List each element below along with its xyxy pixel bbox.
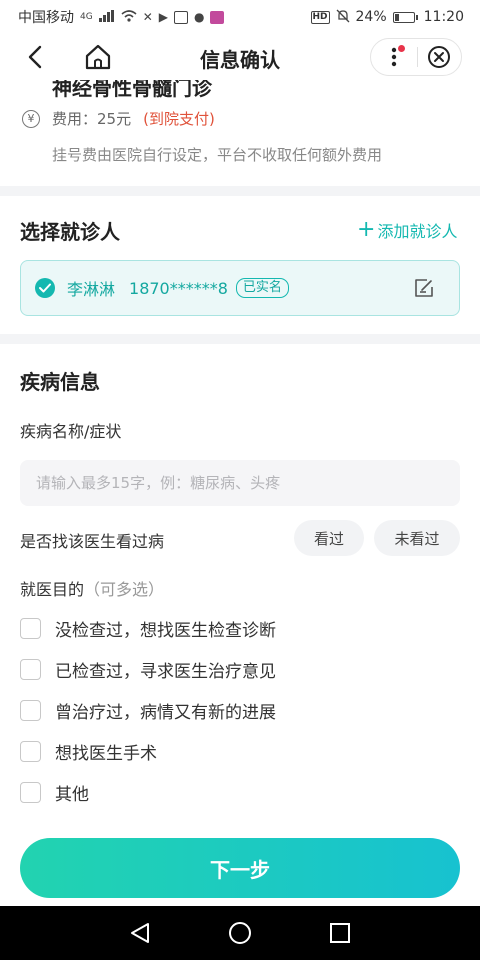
- patient-section: 选择就诊人 + 添加就诊人 李淋淋 1870******8 已实名: [0, 196, 480, 332]
- back-button[interactable]: [18, 40, 52, 74]
- yen-icon: ¥: [22, 109, 40, 128]
- nav-bar: 信息确认: [0, 34, 480, 80]
- mini-program-capsule: [370, 38, 462, 76]
- visited-no-button[interactable]: 未看过: [374, 520, 460, 556]
- checkbox[interactable]: [20, 700, 41, 721]
- checkbox[interactable]: [20, 782, 41, 803]
- purpose-option[interactable]: 已检查过，寻求医生治疗意见: [20, 657, 276, 682]
- visited-question: 是否找该医生看过病: [20, 532, 165, 551]
- plus-icon: +: [357, 217, 376, 242]
- status-left: 中国移动 4G ✕ ▶ ●: [18, 7, 225, 27]
- carrier-label: 中国移动: [18, 10, 74, 26]
- system-home-button[interactable]: [220, 913, 260, 953]
- home-icon: [85, 44, 111, 70]
- more-vertical-icon: [391, 47, 396, 67]
- purpose-option-label: 没检查过，想找医生检查诊断: [55, 621, 276, 641]
- purpose-option[interactable]: 没检查过，想找医生检查诊断: [20, 616, 276, 641]
- disease-section: 疾病信息 疾病名称/症状 是否找该医生看过病 看过 未看过 就医目的（可多选） …: [0, 346, 480, 826]
- triangle-back-icon: [131, 923, 149, 943]
- clinic-name: 神经骨性骨髓门诊: [52, 80, 212, 100]
- disease-name-label: 疾病名称/症状: [20, 422, 122, 441]
- network-type: 4G: [80, 12, 93, 22]
- purpose-option[interactable]: 想找医生手术: [20, 739, 157, 764]
- visited-yes-button[interactable]: 看过: [294, 520, 364, 556]
- purpose-label: 就医目的: [20, 580, 85, 599]
- next-step-button[interactable]: 下一步: [20, 838, 460, 898]
- patient-section-title: 选择就诊人: [20, 220, 120, 244]
- edit-icon[interactable]: [413, 277, 435, 299]
- close-circle-icon: [428, 46, 451, 68]
- purpose-hint: （可多选）: [84, 580, 165, 599]
- purpose-option[interactable]: 曾治疗过，病情又有新的进展: [20, 698, 276, 723]
- circle-home-icon: [229, 922, 251, 944]
- section-divider: [0, 186, 480, 196]
- verified-badge: 已实名: [235, 278, 289, 298]
- close-button[interactable]: [417, 38, 461, 76]
- fee-row: ¥ 费用：25元 (到院支付): [22, 108, 215, 129]
- fee-note: 挂号费由医院自行设定，平台不收取任何额外费用: [52, 146, 383, 164]
- system-back-button[interactable]: [120, 913, 160, 953]
- purpose-option-label: 已检查过，寻求医生治疗意见: [55, 662, 276, 682]
- purpose-label-row: 就医目的（可多选）: [20, 576, 164, 600]
- missed-call-icon: ✕: [142, 10, 153, 24]
- chevron-left-icon: [28, 45, 42, 69]
- play-store-icon: ▶: [158, 10, 168, 24]
- fee-label: 费用：25元: [52, 110, 132, 128]
- app-store-icon: [210, 10, 225, 24]
- fee-section: 神经骨性骨髓门诊 ¥ 费用：25元 (到院支付) 挂号费由医院自行设定，平台不收…: [0, 80, 480, 186]
- checkbox[interactable]: [20, 659, 41, 680]
- more-button[interactable]: [371, 38, 417, 76]
- battery-percent: 24%: [355, 9, 387, 25]
- battery-icon: [392, 11, 418, 23]
- disease-input[interactable]: [20, 460, 460, 506]
- checkbox[interactable]: [20, 741, 41, 762]
- notification-dot: [398, 45, 405, 52]
- clock: 11:20: [423, 9, 464, 25]
- status-bar: 中国移动 4G ✕ ▶ ● HD 24% 11:20: [0, 0, 480, 34]
- patient-card[interactable]: 李淋淋 1870******8 已实名: [20, 260, 460, 316]
- purpose-option[interactable]: 其他: [20, 780, 89, 805]
- checkbox[interactable]: [20, 618, 41, 639]
- status-right: HD 24% 11:20: [310, 9, 464, 26]
- system-recents-button[interactable]: [320, 913, 360, 953]
- disease-section-title: 疾病信息: [20, 370, 100, 394]
- purpose-option-label: 其他: [55, 785, 89, 805]
- home-button[interactable]: [80, 40, 116, 74]
- wechat-icon: ●: [194, 10, 205, 24]
- app-notify-icon: [174, 10, 188, 24]
- wifi-icon: [121, 9, 137, 25]
- square-recents-icon: [330, 923, 350, 943]
- purpose-option-label: 想找医生手术: [55, 744, 157, 764]
- section-divider: [0, 334, 480, 344]
- pay-method: (到院支付): [143, 110, 215, 128]
- purpose-option-label: 曾治疗过，病情又有新的进展: [55, 703, 276, 723]
- add-patient-button[interactable]: + 添加就诊人: [357, 218, 457, 242]
- signal-icon: [98, 9, 115, 25]
- check-circle-icon: [35, 278, 55, 298]
- hd-icon: HD: [310, 10, 330, 24]
- add-patient-label: 添加就诊人: [377, 222, 458, 241]
- patient-name: 李淋淋: [67, 280, 116, 299]
- patient-phone: 1870******8: [129, 278, 228, 298]
- system-nav-bar: [0, 906, 480, 960]
- mute-icon: [336, 9, 350, 26]
